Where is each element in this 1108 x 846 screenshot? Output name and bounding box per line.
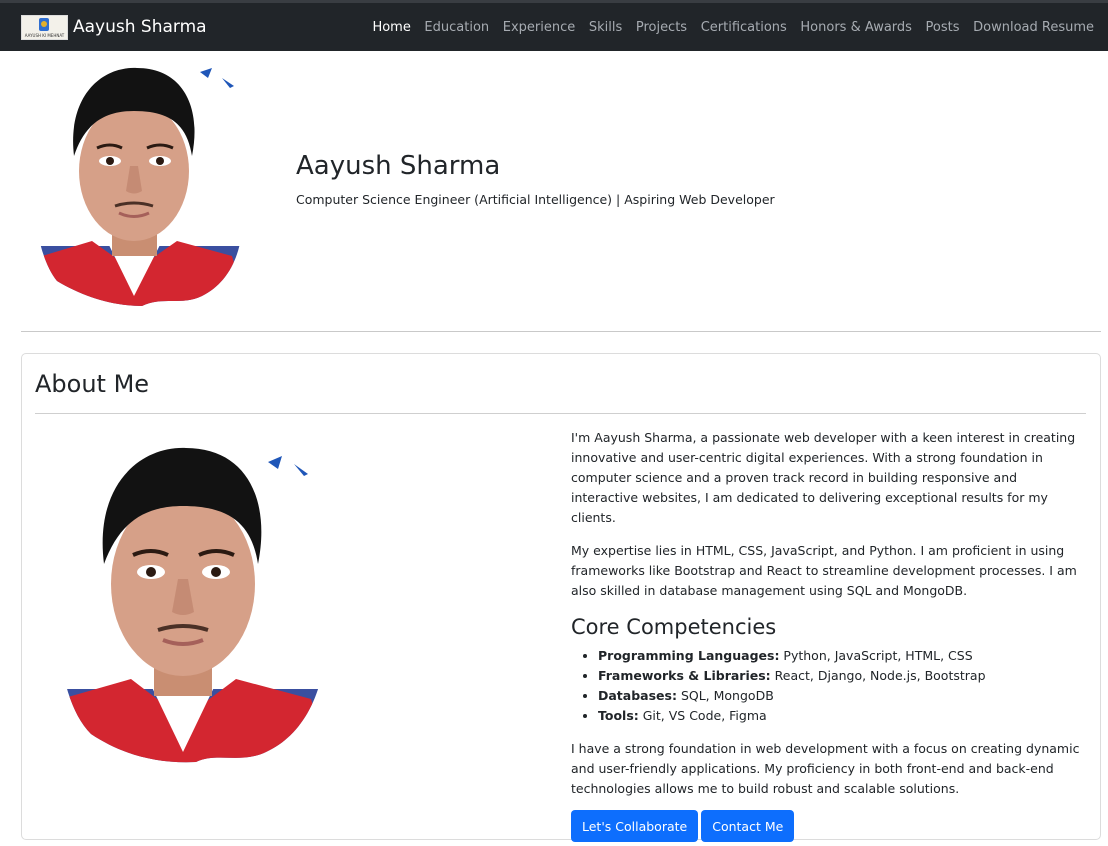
nav-link-download-resume[interactable]: Download Resume — [966, 20, 1094, 35]
competencies-heading: Core Competencies — [571, 615, 777, 639]
competencies-list: Programming Languages: Python, JavaScrip… — [571, 646, 1086, 726]
nav-link-experience[interactable]: Experience — [496, 20, 582, 35]
about-text: I'm Aayush Sharma, a passionate web deve… — [571, 428, 1086, 842]
list-item: Frameworks & Libraries: React, Django, N… — [598, 666, 1086, 686]
nav-link-honors-awards[interactable]: Honors & Awards — [794, 20, 919, 35]
about-buttons: Let's Collaborate Contact Me — [571, 810, 1086, 842]
hero-profile-photo — [33, 59, 243, 306]
nav-link-education[interactable]: Education — [418, 20, 496, 35]
brand[interactable]: AAYUSH KI MEHNAT Aayush Sharma — [21, 14, 207, 40]
about-paragraph-3: I have a strong foundation in web develo… — [571, 741, 1080, 796]
brand-name[interactable]: Aayush Sharma — [73, 17, 207, 37]
about-heading-divider — [35, 413, 1086, 414]
hero-name: Aayush Sharma — [296, 151, 501, 181]
about-card: About Me I'm Aayush Sharma, a passionate… — [21, 353, 1101, 842]
about-paragraph-2: My expertise lies in HTML, CSS, JavaScri… — [571, 543, 1077, 598]
list-item: Databases: SQL, MongoDB — [598, 686, 1086, 706]
about-heading: About Me — [35, 370, 150, 398]
brand-logo: AAYUSH KI MEHNAT — [21, 14, 68, 40]
hero-text: Aayush Sharma Computer Science Engineer … — [296, 151, 775, 207]
hero-section: Aayush Sharma Computer Science Engineer … — [0, 51, 1108, 331]
nav-link-posts[interactable]: Posts — [919, 20, 967, 35]
about-paragraph-1: I'm Aayush Sharma, a passionate web deve… — [571, 430, 1076, 525]
nav-links: Home Education Experience Skills Project… — [366, 20, 1094, 35]
hero-subtitle: Computer Science Engineer (Artificial In… — [296, 192, 775, 207]
about-profile-photo — [55, 437, 327, 763]
lets-collaborate-button[interactable]: Let's Collaborate — [571, 810, 699, 842]
navbar: AAYUSH KI MEHNAT Aayush Sharma Home Educ… — [0, 3, 1108, 51]
nav-link-skills[interactable]: Skills — [582, 20, 629, 35]
nav-link-home[interactable]: Home — [366, 20, 418, 35]
nav-link-certifications[interactable]: Certifications — [694, 20, 794, 35]
nav-link-projects[interactable]: Projects — [629, 20, 694, 35]
section-divider — [21, 331, 1101, 332]
list-item: Programming Languages: Python, JavaScrip… — [598, 646, 1086, 666]
list-item: Tools: Git, VS Code, Figma — [598, 706, 1086, 726]
contact-me-button[interactable]: Contact Me — [701, 810, 795, 842]
